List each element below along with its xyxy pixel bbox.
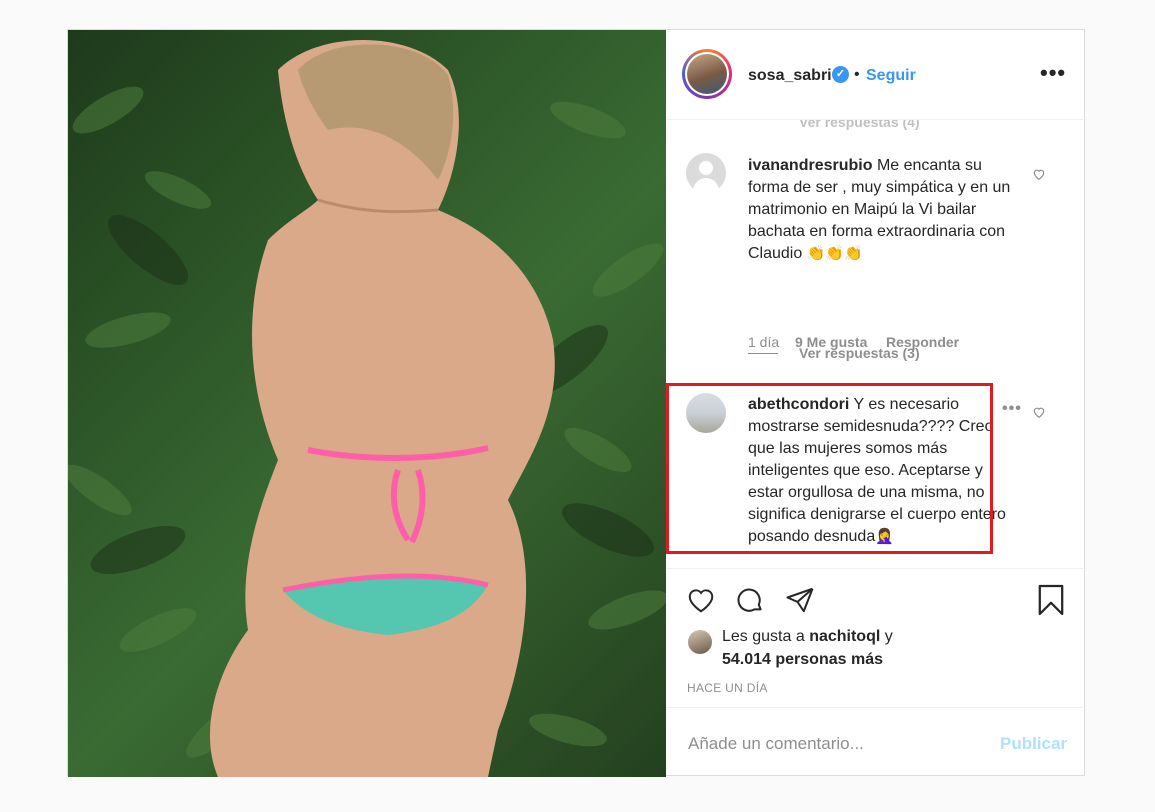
comment-avatar[interactable]	[686, 153, 726, 193]
comment-input[interactable]	[686, 732, 990, 756]
comment-text: ivanandresrubio Me encanta su forma de s…	[748, 155, 1018, 265]
more-options-icon[interactable]: •••	[1040, 60, 1066, 86]
comment-icon[interactable]	[735, 585, 765, 615]
likes-prefix: Les gusta a	[722, 628, 805, 645]
view-replies-faded[interactable]: Ver respuestas (4)	[799, 120, 920, 130]
comment-emoji: 👏👏👏	[806, 245, 863, 262]
follow-button[interactable]: Seguir	[866, 67, 916, 85]
bookmark-icon[interactable]	[1037, 583, 1065, 617]
post-actions: Les gusta a nachitoql y 54.014 personas …	[666, 568, 1086, 705]
replies-divider	[748, 353, 778, 354]
comment-like-heart-icon[interactable]	[1032, 167, 1046, 181]
publish-button[interactable]: Publicar	[1000, 734, 1067, 754]
author-username[interactable]: sosa_sabri	[748, 67, 832, 85]
post-header: sosa_sabri ✓ • Seguir •••	[666, 30, 1086, 120]
photo-illustration	[68, 40, 666, 777]
liker-username[interactable]: nachitoql	[809, 628, 880, 645]
likes-count[interactable]: 54.014 personas más	[722, 651, 883, 669]
comment-time[interactable]: 1 día	[748, 334, 779, 350]
author-avatar[interactable]	[682, 49, 732, 99]
liker-avatar[interactable]	[688, 630, 712, 654]
heart-icon[interactable]	[686, 585, 716, 615]
comment-options-icon[interactable]: •••	[1000, 400, 1022, 418]
add-comment-bar: Publicar	[666, 707, 1086, 777]
highlight-box	[666, 383, 993, 554]
likes-summary: Les gusta a nachitoql y	[722, 628, 893, 646]
comment-like-heart-icon[interactable]	[1032, 405, 1046, 419]
likes-suffix: y	[884, 628, 893, 645]
share-icon[interactable]	[785, 585, 815, 615]
separator-dot: •	[854, 66, 860, 83]
verified-icon: ✓	[832, 66, 849, 83]
post-timestamp[interactable]: HACE UN DÍA	[687, 681, 768, 695]
view-replies-button[interactable]: Ver respuestas (3)	[799, 345, 920, 361]
post-photo[interactable]	[68, 30, 666, 777]
comment-username[interactable]: ivanandresrubio	[748, 157, 872, 174]
